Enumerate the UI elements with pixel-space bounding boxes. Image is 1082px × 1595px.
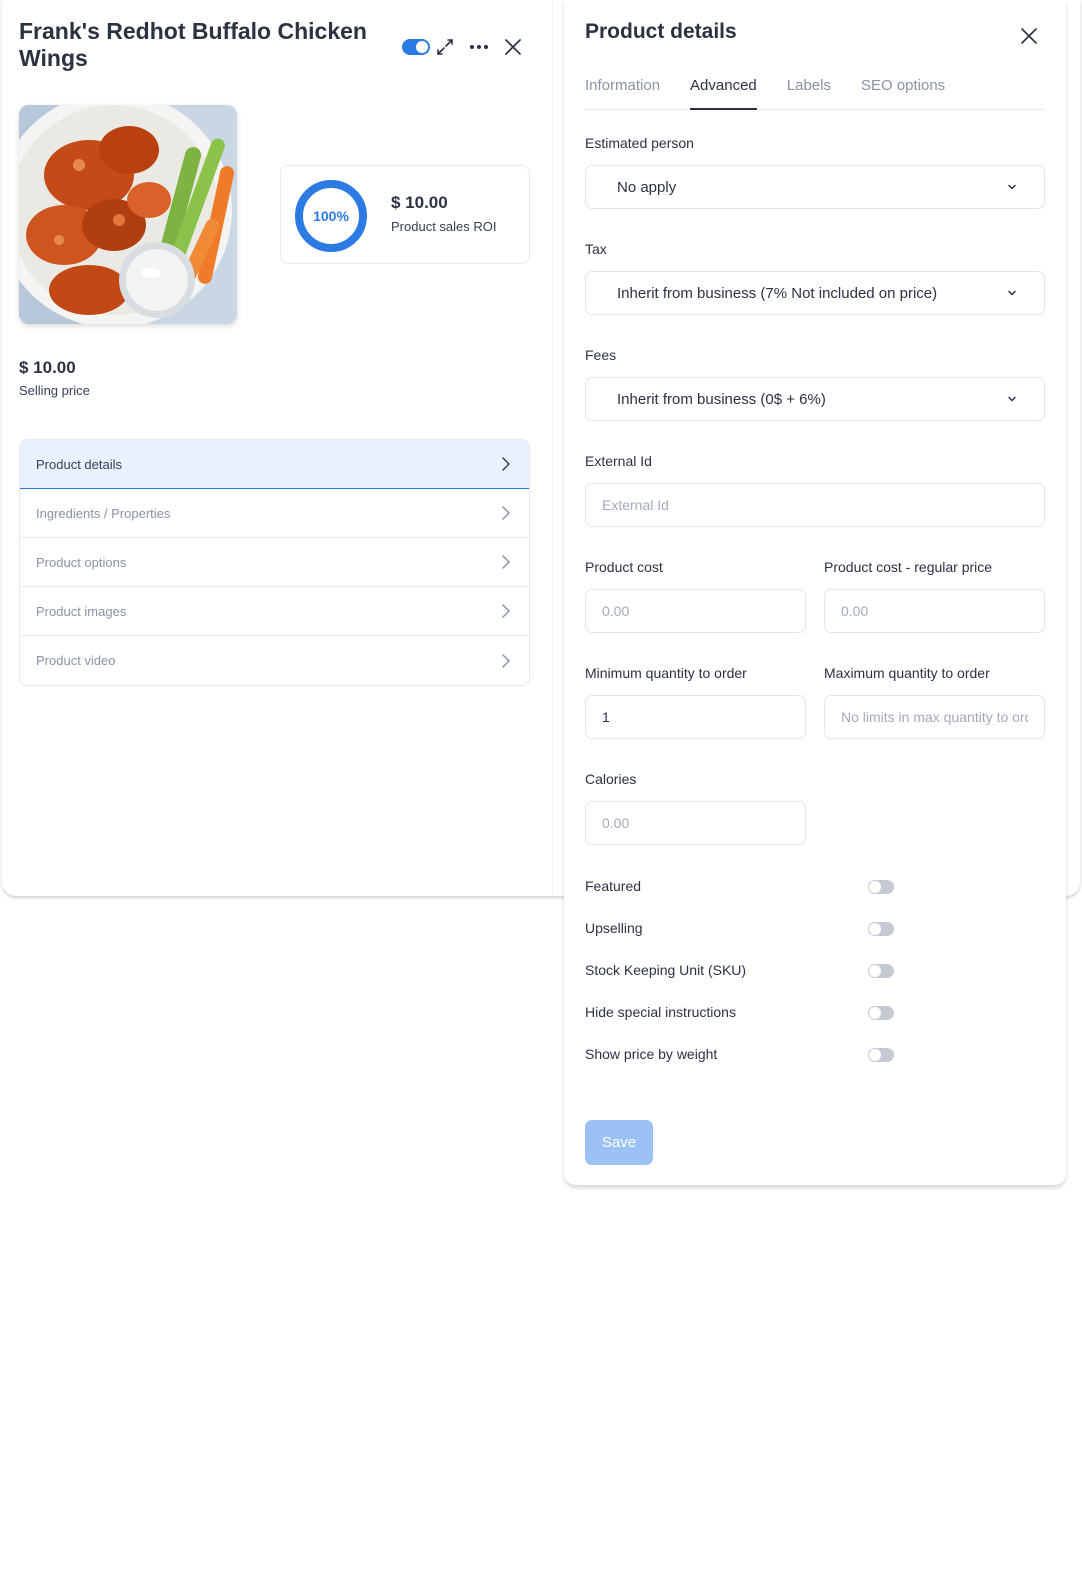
external-id-input[interactable]: [585, 483, 1045, 527]
panel-title: Product details: [585, 20, 737, 43]
chevron-right-icon: [502, 457, 511, 471]
more-icon[interactable]: [466, 34, 492, 60]
hide-instructions-switch[interactable]: [868, 1006, 894, 1020]
product-title: Frank's Redhot Buffalo Chicken Wings: [19, 18, 367, 71]
menu-item-product-video[interactable]: Product video: [20, 636, 529, 685]
switch-row-featured: Featured: [585, 876, 895, 898]
switch-row-price-by-weight: Show price by weight: [585, 1044, 895, 1066]
max-qty-input[interactable]: [824, 695, 1045, 739]
chevron-down-icon: [1008, 290, 1016, 296]
product-enabled-toggle[interactable]: [402, 39, 430, 55]
product-cost-regular-input[interactable]: [824, 589, 1045, 633]
switch-label: Show price by weight: [585, 1046, 718, 1062]
fees-label: Fees: [585, 347, 617, 363]
header-tools: [402, 34, 526, 60]
tab-seo-options[interactable]: SEO options: [861, 74, 945, 110]
menu-item-label: Product video: [36, 653, 116, 668]
upselling-switch[interactable]: [868, 922, 894, 936]
tab-advanced[interactable]: Advanced: [690, 74, 757, 110]
product-menu: Product details Ingredients / Properties…: [19, 439, 530, 686]
switch-label: Hide special instructions: [585, 1004, 736, 1020]
switch-label: Stock Keeping Unit (SKU): [585, 962, 747, 978]
menu-item-product-details[interactable]: Product details: [20, 440, 529, 489]
chevron-down-icon: [1008, 184, 1016, 190]
chevron-down-icon: [1008, 396, 1016, 402]
menu-item-product-options[interactable]: Product options: [20, 538, 529, 587]
chevron-right-icon: [502, 555, 511, 569]
switch-label: Upselling: [585, 920, 643, 936]
menu-item-ingredients[interactable]: Ingredients / Properties: [20, 489, 529, 538]
product-cost-label: Product cost: [585, 559, 663, 575]
min-qty-input[interactable]: [585, 695, 806, 739]
calories-label: Calories: [585, 771, 637, 787]
switch-row-hide-instructions: Hide special instructions: [585, 1002, 895, 1024]
tax-label: Tax: [585, 241, 607, 257]
fees-select[interactable]: Inherit from business (0$ + 6%): [585, 377, 1045, 421]
close-icon[interactable]: [500, 34, 526, 60]
tab-bar: Information Advanced Labels SEO options: [585, 74, 1045, 110]
close-icon[interactable]: [1019, 26, 1039, 46]
menu-item-label: Ingredients / Properties: [36, 505, 171, 521]
featured-switch[interactable]: [868, 880, 894, 894]
min-qty-label: Minimum quantity to order: [585, 665, 747, 681]
selling-price: $ 10.00: [19, 358, 76, 377]
expand-icon[interactable]: [432, 34, 458, 60]
estimated-person-label: Estimated person: [585, 135, 694, 151]
tax-select[interactable]: Inherit from business (7% Not included o…: [585, 271, 1045, 315]
roi-label: Product sales ROI: [391, 219, 497, 234]
chevron-right-icon: [502, 653, 511, 668]
roi-price: $ 10.00: [391, 193, 448, 212]
switch-row-sku: Stock Keeping Unit (SKU): [585, 960, 895, 982]
chevron-right-icon: [502, 604, 511, 618]
product-cost-regular-label: Product cost - regular price: [824, 559, 993, 575]
sku-switch[interactable]: [868, 964, 894, 978]
menu-item-product-images[interactable]: Product images: [20, 587, 529, 636]
estimated-person-select[interactable]: No apply: [585, 165, 1045, 209]
max-qty-label: Maximum quantity to order: [824, 665, 990, 681]
menu-item-label: Product details: [36, 456, 122, 472]
tab-information[interactable]: Information: [585, 74, 660, 110]
calories-input[interactable]: [585, 801, 806, 845]
switch-label: Featured: [585, 878, 642, 894]
external-id-label: External Id: [585, 453, 652, 469]
price-by-weight-switch[interactable]: [868, 1048, 894, 1062]
product-details-panel: Product details Information Advanced Lab…: [564, 0, 1066, 1185]
menu-item-label: Product images: [36, 603, 127, 619]
selling-price-label: Selling price: [19, 383, 90, 398]
product-image[interactable]: [19, 105, 237, 324]
roi-percent: 100%: [313, 208, 349, 224]
product-cost-input[interactable]: [585, 589, 806, 633]
chevron-right-icon: [502, 506, 511, 520]
estimated-person-value: No apply: [617, 178, 677, 196]
tax-value: Inherit from business (7% Not included o…: [617, 284, 938, 302]
tab-labels[interactable]: Labels: [787, 74, 831, 110]
fees-value: Inherit from business (0$ + 6%): [617, 390, 826, 408]
switch-row-upselling: Upselling: [585, 918, 895, 940]
save-button[interactable]: Save: [585, 1120, 653, 1165]
panel-divider: [552, 0, 553, 896]
roi-card: 100% $ 10.00 Product sales ROI: [280, 165, 530, 264]
menu-item-label: Product options: [36, 554, 127, 570]
